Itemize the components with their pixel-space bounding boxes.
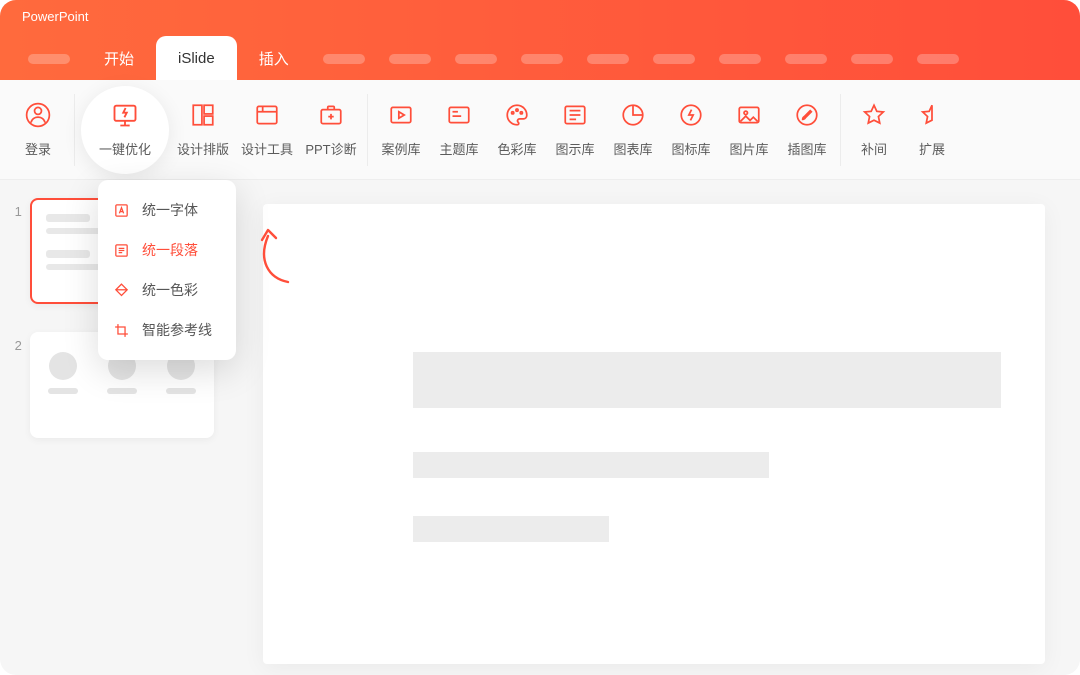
thumbnail-number: 2	[10, 332, 22, 353]
tab-bar: 开始 iSlide 插入	[0, 32, 1080, 80]
slide-canvas-area	[228, 180, 1080, 675]
callout-arrow-icon	[248, 226, 294, 286]
star-icon	[860, 101, 888, 129]
tween-button[interactable]: 补间	[845, 90, 903, 170]
ribbon-group-libraries: 案例库 主题库 色彩库 图示库	[372, 80, 836, 179]
extend-button[interactable]: 扩展	[903, 90, 961, 170]
half-star-icon	[918, 101, 946, 129]
ribbon-group-design: 一键优化 设计排版 设计工具	[79, 80, 363, 179]
current-slide[interactable]	[263, 204, 1045, 664]
thumbnail-number: 1	[10, 198, 22, 219]
themes-library-button[interactable]: 主题库	[430, 90, 488, 170]
app-window: PowerPoint 开始 iSlide 插入 登录	[0, 0, 1080, 675]
ribbon-divider	[840, 94, 841, 166]
ribbon: 登录 一键优化 设计排版	[0, 80, 1080, 180]
login-button[interactable]: 登录	[6, 90, 70, 170]
menu-item-unified-paragraph[interactable]: 统一段落	[98, 230, 236, 270]
crop-guides-icon	[112, 321, 130, 339]
optimize-dropdown: 统一字体 统一段落 统一色彩 智能参考线	[98, 180, 236, 360]
brush-circle-icon	[793, 101, 821, 129]
cases-library-button[interactable]: 案例库	[372, 90, 430, 170]
tab-islide[interactable]: iSlide	[156, 36, 237, 80]
menu-item-unified-color[interactable]: 统一色彩	[98, 270, 236, 310]
tab-placeholder	[851, 54, 893, 64]
title-bar: PowerPoint	[0, 0, 1080, 32]
app-title: PowerPoint	[22, 9, 88, 24]
tab-placeholder	[719, 54, 761, 64]
images-library-button[interactable]: 图片库	[720, 90, 778, 170]
thumb-placeholder	[46, 250, 90, 258]
design-layout-button[interactable]: 设计排版	[171, 90, 235, 170]
ribbon-group-account: 登录	[6, 80, 70, 179]
icons-library-button[interactable]: 图标库	[662, 90, 720, 170]
theme-rect-icon	[445, 101, 473, 129]
thumb-placeholder	[46, 214, 90, 222]
menu-item-unified-font[interactable]: 统一字体	[98, 190, 236, 230]
text-placeholder	[413, 352, 1001, 408]
ribbon-group-extra: 补间 扩展	[845, 80, 961, 179]
text-placeholder	[413, 452, 769, 478]
tab-placeholder	[521, 54, 563, 64]
paragraph-icon	[112, 241, 130, 259]
tab-placeholder	[389, 54, 431, 64]
ribbon-divider	[74, 94, 75, 166]
charts-library-button[interactable]: 图表库	[604, 90, 662, 170]
ribbon-divider	[367, 94, 368, 166]
colors-library-button[interactable]: 色彩库	[488, 90, 546, 170]
tab-insert[interactable]: 插入	[237, 36, 311, 80]
ruler-icon	[253, 101, 281, 129]
tab-placeholder	[917, 54, 959, 64]
diagram-library-button[interactable]: 图示库	[546, 90, 604, 170]
paint-icon	[112, 281, 130, 299]
tab-placeholder	[28, 54, 70, 64]
one-click-optimize-button[interactable]: 一键优化	[81, 86, 169, 174]
tab-placeholder	[785, 54, 827, 64]
tab-placeholder	[587, 54, 629, 64]
medkit-icon	[317, 101, 345, 129]
text-placeholder	[413, 516, 609, 542]
vectors-library-button[interactable]: 插图库	[778, 90, 836, 170]
tab-placeholder	[455, 54, 497, 64]
lightning-monitor-icon	[111, 101, 139, 129]
ppt-diagnose-button[interactable]: PPT诊断	[299, 90, 363, 170]
pie-chart-icon	[619, 101, 647, 129]
bolt-circle-icon	[677, 101, 705, 129]
image-icon	[735, 101, 763, 129]
palette-icon	[503, 101, 531, 129]
tab-placeholder	[323, 54, 365, 64]
tab-placeholder	[653, 54, 695, 64]
tab-start[interactable]: 开始	[82, 36, 156, 80]
diagram-list-icon	[561, 101, 589, 129]
play-rect-icon	[387, 101, 415, 129]
menu-item-smart-guides[interactable]: 智能参考线	[98, 310, 236, 350]
design-tools-button[interactable]: 设计工具	[235, 90, 299, 170]
user-icon	[24, 101, 52, 129]
font-icon	[112, 201, 130, 219]
layout-grid-icon	[189, 101, 217, 129]
